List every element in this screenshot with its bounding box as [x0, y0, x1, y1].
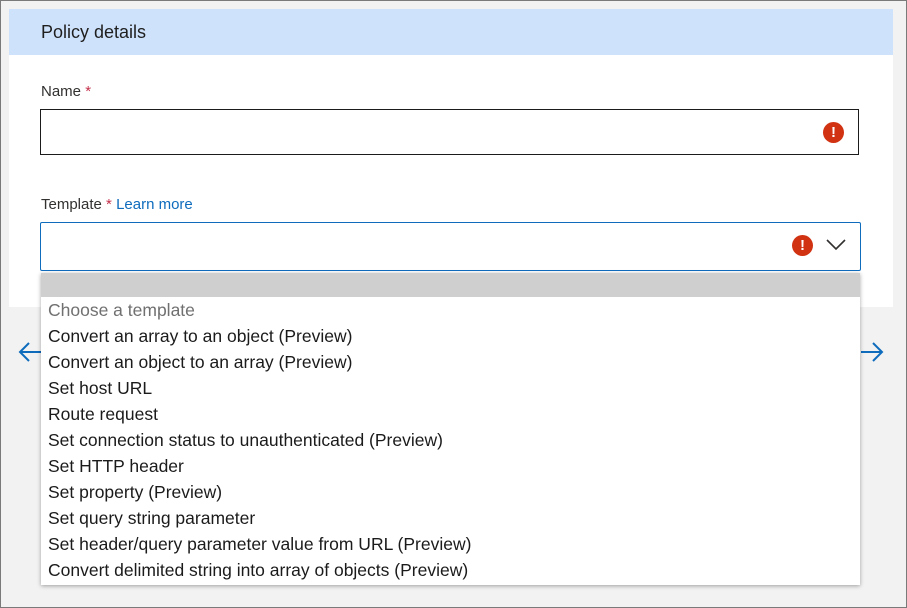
dropdown-option[interactable]: Set query string parameter	[41, 505, 860, 531]
dropdown-option[interactable]: Convert an object to an array (Preview)	[41, 349, 860, 375]
policy-details-panel: Policy details Name * ! Template * Learn…	[9, 9, 893, 307]
template-dropdown-list: Choose a template Convert an array to an…	[41, 273, 860, 585]
learn-more-link[interactable]: Learn more	[116, 196, 193, 213]
name-input[interactable]: !	[40, 109, 859, 155]
panel-title: Policy details	[41, 21, 147, 42]
dropdown-option[interactable]: Set HTTP header	[41, 453, 860, 479]
panel-header: Policy details	[9, 9, 893, 55]
template-select[interactable]: !	[40, 222, 861, 271]
dropdown-option[interactable]: Set property (Preview)	[41, 479, 860, 505]
template-label-text: Template	[41, 196, 102, 213]
name-required-mark: *	[85, 83, 92, 100]
template-required-mark: *	[106, 196, 112, 213]
dropdown-option[interactable]: Convert an array to an object (Preview)	[41, 323, 860, 349]
name-error-icon: !	[823, 122, 844, 143]
dropdown-options: Choose a template Convert an array to an…	[41, 297, 860, 583]
arrow-right-icon[interactable]	[859, 340, 885, 364]
dropdown-option[interactable]: Route request	[41, 401, 860, 427]
dropdown-option[interactable]: Set connection status to unauthenticated…	[41, 427, 860, 453]
template-label: Template * Learn more	[41, 196, 193, 213]
screen-frame: Policy details Name * ! Template * Learn…	[0, 0, 907, 608]
arrow-left-icon[interactable]	[17, 340, 43, 364]
chevron-down-icon[interactable]	[826, 238, 846, 252]
dropdown-option[interactable]: Set header/query parameter value from UR…	[41, 531, 860, 557]
dropdown-placeholder-option[interactable]: Choose a template	[41, 297, 860, 323]
name-label: Name *	[41, 83, 91, 100]
name-label-text: Name	[41, 83, 82, 100]
dropdown-option[interactable]: Set host URL	[41, 375, 860, 401]
template-error-icon: !	[792, 235, 813, 256]
dropdown-option[interactable]: Convert delimited string into array of o…	[41, 557, 860, 583]
dropdown-empty-option[interactable]	[41, 273, 860, 297]
